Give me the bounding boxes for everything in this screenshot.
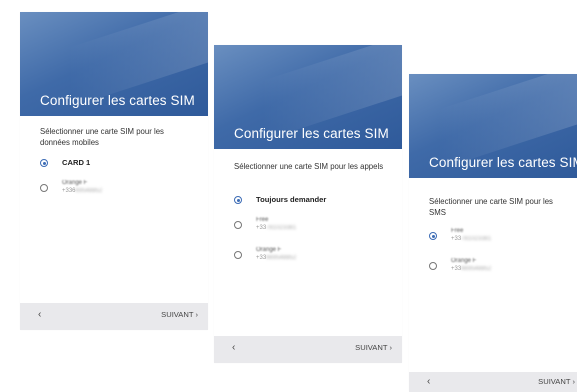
carrier-name: Free [256, 217, 269, 223]
banner: Configurer les cartes SIM [409, 74, 577, 178]
screen-title: Configurer les cartes SIM [40, 93, 195, 108]
sim-option-orange[interactable]: Orange F +33669548852 [234, 247, 392, 273]
radio-unselected-icon[interactable] [429, 262, 437, 270]
navigation-footer: ‹ SUIVANT › [409, 372, 577, 392]
sim-option-orange[interactable]: Orange F +33669548852 [40, 180, 198, 206]
phone-number: +33669548852 [451, 266, 492, 272]
option-label: CARD 1 [62, 158, 91, 167]
radio-unselected-icon[interactable] [234, 251, 242, 259]
phone-number: +33781023381 [451, 236, 492, 242]
phone-number: +33781023381 [256, 225, 297, 231]
carrier-name: Orange F [62, 180, 88, 186]
sim-option-always-ask[interactable]: Toujours demander [234, 195, 392, 218]
carrier-name: Free [451, 228, 464, 234]
radio-selected-icon[interactable] [234, 196, 242, 204]
sim-setup-screen-sms: Configurer les cartes SIM Sélectionner u… [409, 74, 577, 392]
prompt-text: Sélectionner une carte SIM pour les SMS [429, 197, 553, 217]
back-button[interactable]: ‹ [427, 376, 430, 387]
carrier-name: Orange F [451, 258, 477, 264]
radio-selected-icon[interactable] [429, 232, 437, 240]
sim-option-card1[interactable]: CARD 1 [40, 158, 198, 181]
next-button[interactable]: SUIVANT › [161, 310, 198, 319]
carrier-name: Orange F [256, 247, 282, 253]
banner: Configurer les cartes SIM [20, 12, 208, 116]
radio-selected-icon[interactable] [40, 159, 48, 167]
radio-unselected-icon[interactable] [40, 184, 48, 192]
sim-option-free[interactable]: Free +33781023381 [234, 217, 392, 243]
sim-setup-screen-data: Configurer les cartes SIM Sélectionner u… [20, 12, 208, 330]
banner: Configurer les cartes SIM [214, 45, 402, 149]
screen-title: Configurer les cartes SIM [429, 155, 577, 170]
back-button[interactable]: ‹ [38, 309, 41, 320]
prompt-text: Sélectionner une carte SIM pour les donn… [40, 127, 164, 147]
phone-number: +33669548852 [62, 188, 103, 194]
prompt-text: Sélectionner une carte SIM pour les appe… [234, 162, 384, 171]
sim-option-orange[interactable]: Orange F +33669548852 [429, 258, 567, 284]
back-button[interactable]: ‹ [232, 342, 235, 353]
option-label: Toujours demander [256, 195, 327, 204]
sim-setup-screen-calls: Configurer les cartes SIM Sélectionner u… [214, 45, 402, 363]
screen-title: Configurer les cartes SIM [234, 126, 389, 141]
sim-option-free[interactable]: Free +33781023381 [429, 228, 567, 254]
next-button[interactable]: SUIVANT › [355, 343, 392, 352]
navigation-footer: ‹ SUIVANT › [214, 336, 402, 363]
navigation-footer: ‹ SUIVANT › [20, 303, 208, 330]
radio-unselected-icon[interactable] [234, 221, 242, 229]
phone-number: +33669548852 [256, 255, 297, 261]
next-button[interactable]: SUIVANT › [538, 377, 575, 386]
